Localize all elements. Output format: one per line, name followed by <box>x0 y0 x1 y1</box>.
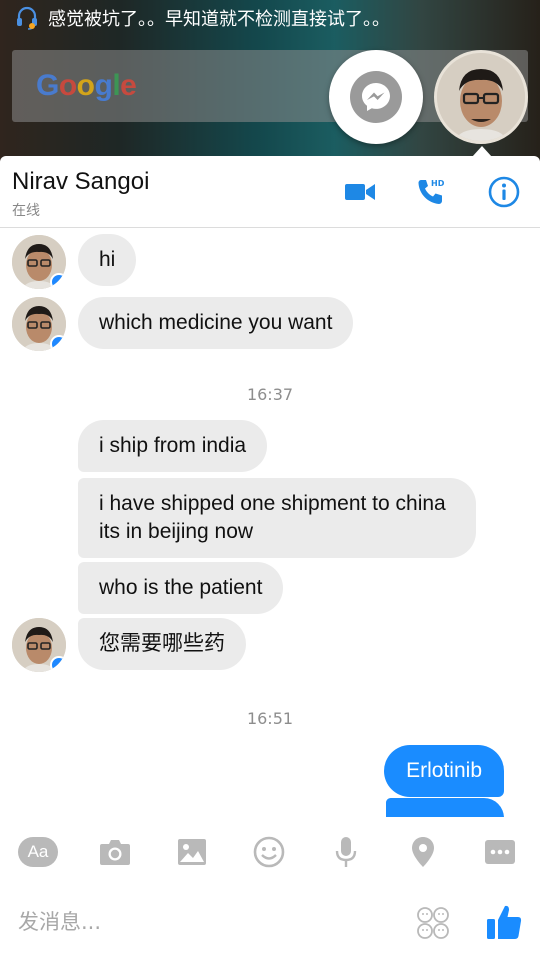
video-camera-icon <box>345 184 375 200</box>
notification-bar[interactable]: 感觉被坑了。。早知道就不检测直接试了。。 <box>0 0 540 36</box>
chat-head-pointer <box>472 146 492 157</box>
video-call-button[interactable] <box>342 174 378 210</box>
outgoing-message[interactable] <box>386 798 504 817</box>
message-input[interactable] <box>18 902 398 942</box>
incoming-message[interactable]: i ship from india <box>78 420 268 472</box>
voice-call-button[interactable]: HD <box>413 174 449 210</box>
contact-name[interactable]: Nirav Sangoi <box>12 168 149 196</box>
composer-toolbar: Aa <box>0 820 540 884</box>
incoming-message[interactable]: 您需要哪些药 <box>78 618 246 670</box>
info-icon <box>488 176 520 208</box>
incoming-message[interactable]: i have shipped one shipment to china its… <box>78 478 476 558</box>
thumbs-up-icon <box>487 905 522 939</box>
chat-header: Nirav Sangoi 在线 HD <box>0 156 540 228</box>
incoming-message[interactable]: hi <box>78 234 137 286</box>
floating-messenger-button[interactable] <box>329 50 423 144</box>
location-pin-icon <box>412 837 434 867</box>
camera-button[interactable] <box>95 834 135 870</box>
more-options-button[interactable] <box>480 834 520 870</box>
voice-record-button[interactable] <box>326 834 366 870</box>
aa-icon: Aa <box>18 837 58 867</box>
headset-icon <box>17 6 37 30</box>
incoming-message[interactable]: which medicine you want <box>78 297 354 349</box>
sticker-faces-icon <box>417 907 449 939</box>
hd-phone-icon: HD <box>418 179 445 204</box>
notification-text: 感觉被坑了。。早知道就不检测直接试了。。 <box>48 9 390 30</box>
outgoing-message[interactable]: Erlotinib <box>384 745 504 797</box>
message-composer <box>0 886 540 960</box>
smiley-icon <box>253 836 285 868</box>
incoming-message[interactable]: who is the patient <box>78 562 284 614</box>
contact-avatar[interactable] <box>12 618 66 672</box>
gallery-button[interactable] <box>172 834 212 870</box>
contact-avatar[interactable] <box>12 235 66 289</box>
image-icon <box>178 839 206 865</box>
text-format-button[interactable]: Aa <box>18 834 58 870</box>
message-timestamp: 16:37 <box>246 385 294 404</box>
chat-head-avatar[interactable] <box>434 50 528 144</box>
like-button[interactable] <box>484 902 524 942</box>
emoji-button[interactable] <box>249 834 289 870</box>
contact-status: 在线 <box>12 203 40 219</box>
messenger-badge-icon <box>50 335 66 351</box>
info-button[interactable] <box>486 174 522 210</box>
microphone-icon <box>335 837 357 867</box>
camera-icon <box>100 840 130 865</box>
svg-text:HD: HD <box>431 179 445 188</box>
more-dots-icon <box>485 840 515 864</box>
messenger-badge-icon <box>50 656 66 672</box>
sticker-button[interactable] <box>416 906 450 940</box>
messenger-icon <box>362 83 390 111</box>
contact-avatar[interactable] <box>12 297 66 351</box>
contact-photo <box>437 53 525 141</box>
message-thread[interactable]: hi which medicine you want 16:37 i ship … <box>0 229 540 817</box>
message-timestamp: 16:51 <box>246 709 294 728</box>
location-button[interactable] <box>403 834 443 870</box>
google-logo: Google <box>36 69 137 102</box>
chat-panel: Nirav Sangoi 在线 HD hi which medicine you… <box>0 156 540 960</box>
messenger-badge-icon <box>50 273 66 289</box>
